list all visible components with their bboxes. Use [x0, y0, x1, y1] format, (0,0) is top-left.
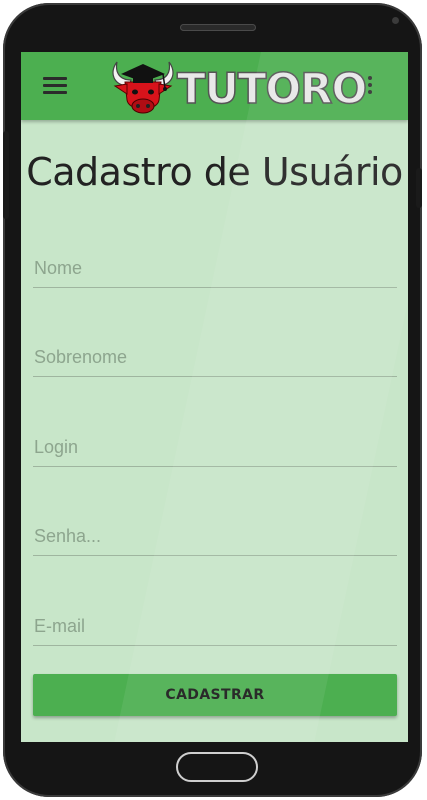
volume-button: [3, 131, 9, 219]
logo-text: TUTORO: [176, 63, 368, 114]
nome-field-wrapper: [33, 252, 397, 288]
email-input[interactable]: [33, 610, 397, 646]
front-camera: [392, 17, 399, 24]
senha-input[interactable]: [33, 520, 397, 556]
hamburger-menu-icon[interactable]: [43, 77, 67, 95]
tutoro-logo: TUTORO: [107, 56, 368, 118]
home-button[interactable]: [176, 752, 258, 782]
nome-input[interactable]: [33, 252, 397, 288]
more-vert-icon[interactable]: [365, 76, 375, 98]
login-input[interactable]: [33, 431, 397, 467]
email-field-wrapper: [33, 610, 397, 646]
sobrenome-input[interactable]: [33, 341, 397, 377]
sobrenome-field-wrapper: [33, 341, 397, 377]
app-bar: TUTORO: [21, 52, 408, 120]
bull-mascot-icon: [112, 61, 174, 114]
senha-field-wrapper: [33, 520, 397, 556]
page-title: Cadastro de Usuário: [26, 150, 403, 194]
login-field-wrapper: [33, 431, 397, 467]
app-screen: TUTORO Cadastro de Usuário CADASTRAR: [21, 52, 408, 742]
earpiece-speaker: [180, 24, 256, 31]
cadastrar-button[interactable]: CADASTRAR: [33, 674, 397, 716]
power-button: [416, 168, 422, 208]
